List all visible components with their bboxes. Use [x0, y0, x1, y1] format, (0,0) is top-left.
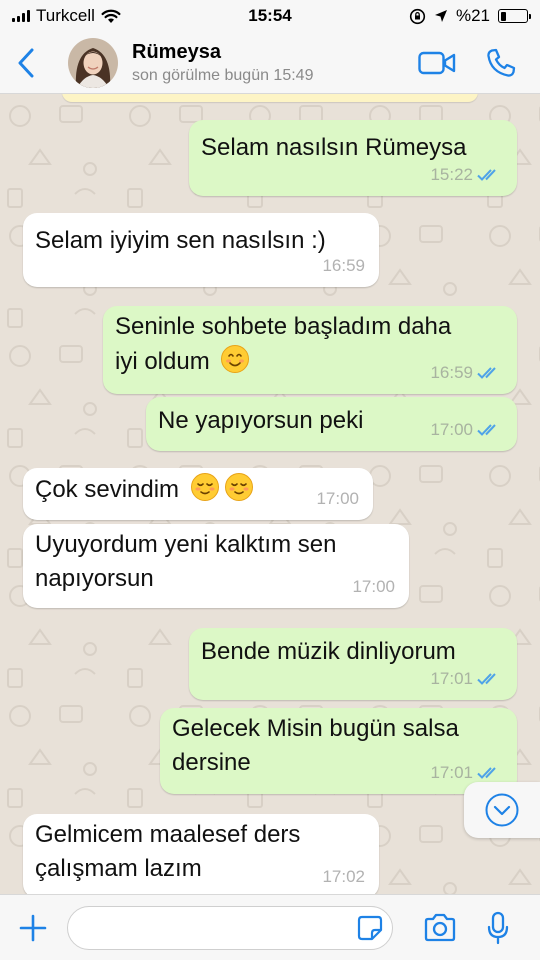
contact-info[interactable]: Rümeysa son görülme bugün 15:49 [132, 41, 313, 85]
chat-header: Rümeysa son görülme bugün 15:49 [0, 32, 540, 94]
read-receipt-icon [477, 767, 496, 779]
message-outgoing[interactable]: Bende müzik dinliyorum 17:01 [189, 628, 517, 700]
relieved-face-emoji [190, 473, 219, 501]
battery-percent: %21 [455, 6, 490, 25]
read-receipt-icon [477, 423, 496, 436]
message-text: Çok sevindim [35, 476, 180, 503]
back-chevron-icon [18, 48, 34, 77]
signal-icon [12, 10, 30, 22]
message-outgoing[interactable]: Seninle sohbete başladım daha iyi oldum … [103, 306, 517, 394]
message-text: napıyorsun [35, 565, 154, 592]
message-incoming[interactable]: Uyuyordum yeni kalktım sen napıyorsun 17… [23, 524, 409, 608]
message-incoming[interactable]: Gelmicem maalesef ders çalışmam lazım 17… [23, 814, 379, 894]
previous-message-bubble [62, 94, 478, 102]
message-input[interactable] [82, 906, 332, 949]
battery-icon [498, 9, 531, 23]
mic-icon[interactable] [487, 911, 509, 945]
message-time: 15:22 [430, 165, 473, 184]
message-time: 16:59 [430, 363, 473, 382]
message-text: iyi oldum [115, 348, 210, 375]
message-input-bar [0, 894, 540, 960]
relieved-face-emoji [224, 473, 253, 501]
message-time: 17:01 [430, 669, 473, 688]
phone-icon[interactable] [486, 48, 516, 78]
message-incoming[interactable]: Çok sevindim 17:00 [23, 468, 373, 520]
avatar[interactable] [68, 37, 118, 88]
wifi-icon [101, 9, 121, 23]
message-time: 17:02 [322, 867, 365, 886]
video-call-icon[interactable] [418, 51, 456, 75]
status-bar: Turkcell 15:54 %21 [0, 0, 540, 32]
smiling-face-emoji [221, 345, 250, 373]
message-input-wrapper [67, 905, 393, 950]
sticker-icon[interactable] [356, 914, 384, 942]
message-text: Selam iyiyim sen nasılsın :) [35, 227, 326, 254]
orientation-lock-icon [409, 8, 426, 24]
message-text: çalışmam lazım [35, 855, 202, 882]
carrier-label: Turkcell [36, 6, 95, 25]
read-receipt-icon [477, 672, 496, 685]
attach-button[interactable] [15, 910, 51, 946]
message-outgoing[interactable]: Gelecek Misin bugün salsa dersine 17:01 [160, 708, 517, 794]
message-incoming[interactable]: Selam iyiyim sen nasılsın :) 16:59 [23, 213, 379, 287]
read-receipt-icon [477, 168, 496, 181]
message-time: 17:00 [430, 420, 473, 439]
read-receipt-icon [477, 367, 496, 379]
message-text: Gelecek Misin bugün salsa [172, 715, 459, 742]
scroll-to-bottom-button[interactable] [464, 782, 540, 838]
message-text: Uyuyordum yeni kalktım sen [35, 531, 337, 558]
message-time: 17:00 [316, 489, 359, 508]
contact-name: Rümeysa [132, 40, 221, 63]
message-time: 17:01 [430, 763, 473, 782]
message-text: Gelmicem maalesef ders [35, 821, 301, 848]
message-outgoing[interactable]: Selam nasılsın Rümeysa 15:22 [189, 120, 517, 196]
message-time: 16:59 [322, 256, 365, 275]
chat-area[interactable]: Selam nasılsın Rümeysa 15:22 Selam iyiyi… [0, 94, 540, 894]
message-outgoing[interactable]: Ne yapıyorsun peki 17:00 [146, 397, 517, 451]
back-button[interactable] [4, 38, 48, 88]
last-seen-status: son görülme bugün 15:49 [132, 66, 314, 84]
camera-icon[interactable] [423, 913, 457, 943]
location-icon [434, 10, 447, 22]
scroll-down-icon [485, 793, 519, 827]
plus-icon [19, 914, 47, 941]
message-text: Seninle sohbete başladım daha [115, 313, 452, 340]
message-time: 17:00 [352, 577, 395, 596]
